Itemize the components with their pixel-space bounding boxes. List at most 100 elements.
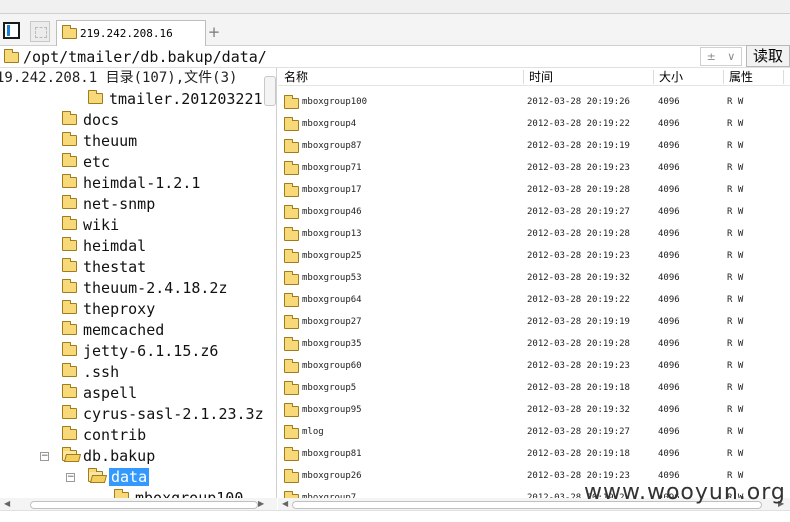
- file-row[interactable]: mboxgroup87 2012-03-28 20:19:19 4096 R W: [278, 135, 790, 157]
- tree-item-label: .ssh: [83, 363, 120, 381]
- tree-item[interactable]: docs: [62, 110, 119, 131]
- tree-item-label: memcached: [83, 321, 165, 339]
- file-name: mlog: [302, 427, 324, 437]
- collapse-toggle-icon[interactable]: −: [66, 473, 75, 482]
- folder-open-icon: [62, 447, 77, 461]
- path-dropdown[interactable]: ± ∨: [700, 47, 742, 66]
- folder-icon: [284, 117, 299, 131]
- file-attr: R W: [727, 339, 744, 349]
- tree-item-selected[interactable]: data: [88, 467, 150, 488]
- file-row[interactable]: mboxgroup46 2012-03-28 20:19:27 4096 R W: [278, 201, 790, 223]
- tree-item[interactable]: aspell: [62, 383, 137, 404]
- collapse-toggle-icon[interactable]: −: [40, 452, 49, 461]
- file-name: mboxgroup17: [302, 185, 362, 195]
- tree-item-label: wiki: [83, 216, 120, 234]
- tree-item[interactable]: net-snmp: [62, 194, 155, 215]
- file-row[interactable]: mboxgroup81 2012-03-28 20:19:18 4096 R W: [278, 443, 790, 465]
- column-divider[interactable]: [783, 70, 784, 84]
- column-name[interactable]: 名称: [284, 68, 308, 86]
- tree-item[interactable]: db.bakup: [62, 446, 155, 467]
- new-window-icon[interactable]: [30, 21, 50, 42]
- file-row[interactable]: mboxgroup13 2012-03-28 20:19:28 4096 R W: [278, 223, 790, 245]
- file-row[interactable]: mboxgroup95 2012-03-28 20:19:32 4096 R W: [278, 399, 790, 421]
- file-name: mboxgroup53: [302, 273, 362, 283]
- column-time[interactable]: 时间: [529, 68, 553, 86]
- tree-item[interactable]: theuum: [62, 131, 137, 152]
- panel-toggle-icon[interactable]: [3, 22, 20, 39]
- column-divider[interactable]: [653, 70, 654, 84]
- tree-item[interactable]: wiki: [62, 215, 119, 236]
- column-attr[interactable]: 属性: [729, 68, 753, 86]
- scroll-left-icon[interactable]: ◀: [282, 499, 288, 508]
- tree-item[interactable]: heimdal: [62, 236, 146, 257]
- file-size: 4096: [658, 141, 680, 151]
- file-row[interactable]: mboxgroup4 2012-03-28 20:19:22 4096 R W: [278, 113, 790, 135]
- scroll-right-icon[interactable]: ▶: [258, 499, 264, 508]
- tree-item[interactable]: tmailer.201203221: [88, 89, 263, 110]
- directory-tree: 19.242.208.1 目录(107),文件(3) tmailer.20120…: [0, 68, 277, 510]
- file-row[interactable]: mboxgroup71 2012-03-28 20:19:23 4096 R W: [278, 157, 790, 179]
- tree-item[interactable]: thestat: [62, 257, 146, 278]
- file-size: 4096: [658, 229, 680, 239]
- file-row[interactable]: mboxgroup35 2012-03-28 20:19:28 4096 R W: [278, 333, 790, 355]
- path-input[interactable]: [23, 47, 683, 67]
- scroll-left-icon[interactable]: ◀: [4, 499, 10, 508]
- tree-item[interactable]: etc: [62, 152, 110, 173]
- folder-icon: [62, 237, 77, 251]
- column-size[interactable]: 大小: [659, 68, 683, 86]
- file-row[interactable]: mboxgroup53 2012-03-28 20:19:32 4096 R W: [278, 267, 790, 289]
- tree-scroll-thumb[interactable]: [30, 501, 258, 509]
- tree-item[interactable]: theuum-2.4.18.2z: [62, 278, 228, 299]
- folder-icon: [62, 300, 77, 314]
- folder-icon: [62, 111, 77, 125]
- file-name: mboxgroup27: [302, 317, 362, 327]
- file-name: mboxgroup100: [302, 97, 368, 107]
- tree-item[interactable]: .ssh: [62, 362, 119, 383]
- tree-item-label: etc: [83, 153, 111, 171]
- add-tab-button[interactable]: +: [207, 21, 221, 43]
- file-row[interactable]: mboxgroup64 2012-03-28 20:19:22 4096 R W: [278, 289, 790, 311]
- tab-label: 219.242.208.16: [80, 27, 173, 40]
- file-row[interactable]: mboxgroup25 2012-03-28 20:19:23 4096 R W: [278, 245, 790, 267]
- file-row[interactable]: mboxgroup27 2012-03-28 20:19:19 4096 R W: [278, 311, 790, 333]
- file-row[interactable]: mboxgroup17 2012-03-28 20:19:28 4096 R W: [278, 179, 790, 201]
- tree-item[interactable]: theproxy: [62, 299, 155, 320]
- folder-icon: [62, 384, 77, 398]
- column-divider[interactable]: [523, 70, 524, 84]
- folder-icon: [62, 279, 77, 293]
- folder-icon: [284, 381, 299, 395]
- file-time: 2012-03-28 20:19:28: [527, 229, 630, 239]
- column-divider[interactable]: [723, 70, 724, 84]
- folder-icon: [284, 227, 299, 241]
- tab-host[interactable]: 219.242.208.16: [56, 20, 206, 46]
- file-attr: R W: [727, 185, 744, 195]
- file-attr: R W: [727, 427, 744, 437]
- tree-item-label: jetty-6.1.15.z6: [83, 342, 219, 360]
- folder-open-icon: [88, 468, 103, 482]
- tree-vertical-scrollbar[interactable]: [264, 76, 276, 106]
- file-name: mboxgroup35: [302, 339, 362, 349]
- file-row[interactable]: mboxgroup100 2012-03-28 20:19:26 4096 R …: [278, 91, 790, 113]
- file-name: mboxgroup25: [302, 251, 362, 261]
- file-time: 2012-03-28 20:19:18: [527, 383, 630, 393]
- file-name: mboxgroup64: [302, 295, 362, 305]
- tree-item[interactable]: heimdal-1.2.1: [62, 173, 200, 194]
- folder-icon: [88, 90, 103, 104]
- file-row[interactable]: mboxgroup60 2012-03-28 20:19:23 4096 R W: [278, 355, 790, 377]
- file-size: 4096: [658, 383, 680, 393]
- tree-item[interactable]: memcached: [62, 320, 164, 341]
- file-row[interactable]: mlog 2012-03-28 20:19:27 4096 R W: [278, 421, 790, 443]
- chevron-down-icon: ∨: [727, 50, 736, 63]
- folder-icon: [284, 95, 299, 109]
- tree-item-label: theproxy: [83, 300, 156, 318]
- tree-item[interactable]: cyrus-sasl-2.1.23.3z: [62, 404, 264, 425]
- tree-item[interactable]: jetty-6.1.15.z6: [62, 341, 218, 362]
- folder-icon: [4, 49, 19, 63]
- folder-icon: [284, 183, 299, 197]
- file-size: 4096: [658, 295, 680, 305]
- file-row[interactable]: mboxgroup5 2012-03-28 20:19:18 4096 R W: [278, 377, 790, 399]
- read-button[interactable]: 读取: [746, 45, 790, 67]
- folder-icon: [284, 249, 299, 263]
- tree-item[interactable]: contrib: [62, 425, 146, 446]
- file-time: 2012-03-28 20:19:19: [527, 317, 630, 327]
